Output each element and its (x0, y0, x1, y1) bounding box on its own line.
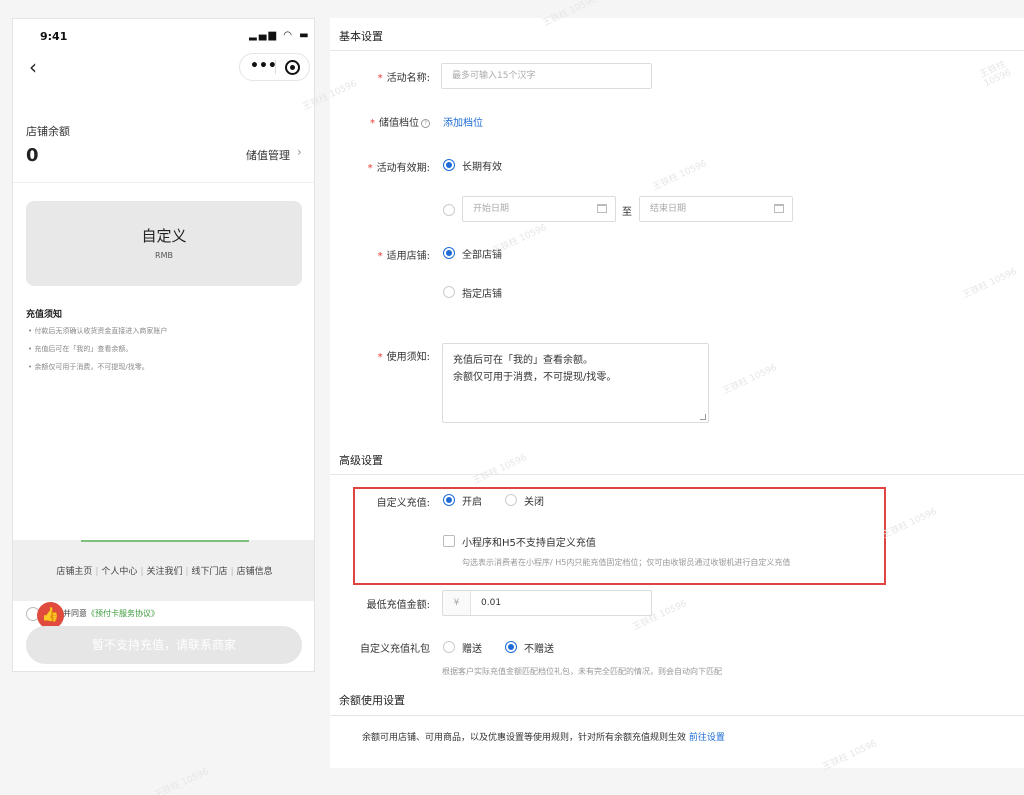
custom-on-label: 开启 (462, 497, 482, 508)
divider (13, 182, 314, 183)
agree-prefix: 并同意 (63, 609, 87, 618)
min-amount-input[interactable]: ¥0.01 (442, 590, 652, 616)
unsupported-checkbox-label: 小程序和H5不支持自定义充值 (462, 538, 596, 549)
custom-label: 自定义充值: (376, 498, 430, 509)
notice-item: • 充值后可在「我的」查看余额。 (28, 345, 133, 353)
currency-prefix: ¥ (443, 591, 471, 615)
agreement-text: 并同意《预付卡服务协议》 (63, 608, 159, 619)
section-title-advanced: 高级设置 (339, 454, 383, 467)
activity-name-input[interactable]: 最多可输入15个汉字 (441, 63, 652, 89)
mini-program-capsule: ••• (239, 53, 310, 81)
close-miniprogram-icon[interactable] (285, 60, 300, 75)
gift-no-radio[interactable] (505, 641, 517, 653)
tab-list: 店铺主页 | 个人中心 | 关注我们 | 线下门店 | 店铺信息 (56, 567, 273, 577)
section-divider (330, 715, 1024, 716)
custom-off-radio[interactable] (505, 494, 517, 506)
chevron-right-icon: › (297, 145, 302, 159)
balance-value: 0 (26, 145, 39, 166)
custom-card-title: 自定义 (141, 227, 187, 245)
custom-amount-card[interactable]: 自定义 RMB (26, 201, 302, 286)
tab-accent-line (81, 540, 249, 542)
manage-link[interactable]: 储值管理 (246, 147, 290, 163)
section-title-balance: 余额使用设置 (339, 694, 405, 707)
help-icon[interactable]: ? (421, 119, 430, 128)
store-label: * 适用店铺: (377, 251, 430, 262)
validity-range-radio[interactable] (443, 204, 455, 216)
balance-settings-text: 余额可用店铺、可用商品，以及优惠设置等使用规则，针对所有余额充值规则生效 前往设… (362, 733, 725, 743)
validity-long-label: 长期有效 (462, 162, 502, 173)
validity-long-radio[interactable] (443, 159, 455, 171)
calendar-icon (597, 204, 607, 213)
capsule-divider (275, 60, 276, 74)
section-divider (330, 50, 1024, 51)
highlight-box (353, 487, 886, 585)
settings-panel: 基本设置 * 活动名称: 最多可输入15个汉字 * 储值档位? 添加档位 * 活动有效… (330, 18, 1024, 768)
store-specific-radio[interactable] (443, 286, 455, 298)
balance-label: 店铺余额 (26, 125, 70, 138)
shop-tab-bar: 店铺主页 | 个人中心 | 关注我们 | 线下门店 | 店铺信息 (13, 540, 314, 601)
end-date-input[interactable]: 结束日期 (639, 196, 793, 222)
section-title-basic: 基本设置 (339, 30, 383, 43)
min-amount-label: 最低充值金额: (366, 600, 430, 611)
calendar-icon (774, 204, 784, 213)
tab-offline-stores[interactable]: 线下门店 (192, 567, 228, 577)
usage-label: * 使用须知: (377, 352, 430, 363)
tab-personal-center[interactable]: 个人中心 (101, 567, 137, 577)
to-label: 至 (622, 207, 632, 218)
store-all-radio[interactable] (443, 247, 455, 259)
goto-settings-link[interactable]: 前往设置 (689, 733, 725, 743)
custom-card-unit: RMB (155, 251, 173, 260)
section-divider (330, 474, 1024, 475)
resize-handle[interactable] (700, 414, 706, 420)
signal-wifi-battery-icon: ▂▄▆ ◠ ▬ (249, 30, 311, 41)
back-icon[interactable]: ‹ (29, 55, 37, 79)
usage-textarea[interactable]: 充值后可在「我的」查看余额。 余额仅可用于消费，不可提现/找零。 (442, 343, 709, 423)
gift-yes-label: 赠送 (462, 644, 482, 655)
custom-on-radio[interactable] (443, 494, 455, 506)
custom-hint: 勾选表示消费者在小程序/ H5内只能充值固定档位；仅可由收银员通过收银机进行自定… (462, 558, 791, 567)
status-time: 9:41 (40, 30, 68, 43)
add-tier-link[interactable]: 添加档位 (443, 114, 483, 129)
tab-shop-info[interactable]: 店铺信息 (237, 567, 273, 577)
tier-label: * 储值档位? (330, 114, 430, 129)
gift-hint: 根据客户实际充值金额匹配档位礼包，未有完全匹配的情况，则会自动向下匹配 (442, 667, 722, 676)
phone-preview: 9:41 ▂▄▆ ◠ ▬ ‹ ••• 店铺余额 0 储值管理 › 自定义 RMB… (12, 18, 315, 672)
store-specific-label: 指定店铺 (462, 289, 502, 300)
tab-follow-us[interactable]: 关注我们 (146, 567, 182, 577)
custom-off-label: 关闭 (524, 497, 544, 508)
gift-yes-radio[interactable] (443, 641, 455, 653)
unsupported-checkbox[interactable] (443, 535, 455, 547)
notice-item: • 余额仅可用于消费，不可提现/找零。 (28, 363, 149, 371)
gift-label: 自定义充值礼包 (360, 644, 430, 655)
recharge-button[interactable]: 暂不支持充值，请联系商家 (26, 626, 302, 664)
validity-label: * 活动有效期: (367, 163, 430, 174)
more-icon[interactable]: ••• (250, 58, 277, 74)
agreement-link[interactable]: 《预付卡服务协议》 (87, 609, 159, 618)
thumbs-up-icon: 👍 (37, 602, 64, 629)
notice-item: • 付款后无须确认收货资金直接进入商家账户 (28, 327, 168, 335)
tab-shop-home[interactable]: 店铺主页 (56, 567, 92, 577)
notice-title: 充值须知 (26, 310, 63, 320)
gift-no-label: 不赠送 (524, 644, 554, 655)
start-date-input[interactable]: 开始日期 (462, 196, 616, 222)
